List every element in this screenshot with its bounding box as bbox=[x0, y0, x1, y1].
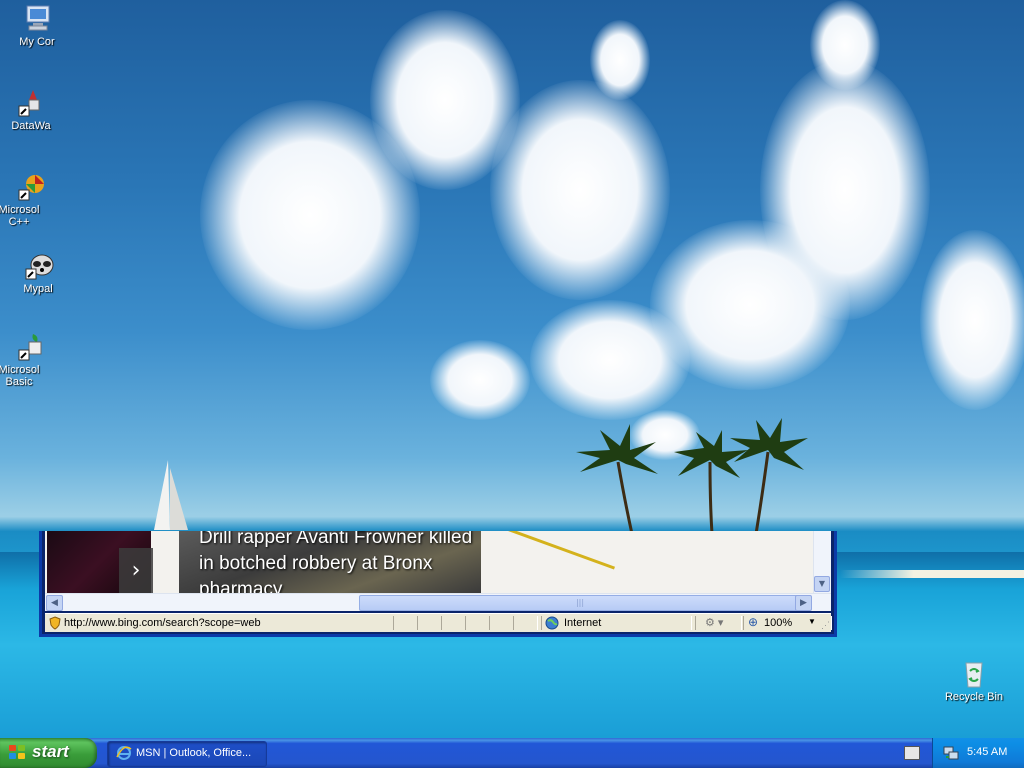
zoom-dropdown-icon[interactable]: ▼ bbox=[808, 617, 816, 626]
browser-content: › Drill rapper Avanti Frowner killed in … bbox=[45, 531, 831, 593]
start-label: start bbox=[32, 742, 69, 761]
shortcut-icon bbox=[15, 86, 47, 118]
vertical-scrollbar[interactable]: ▼ bbox=[813, 531, 831, 593]
cloud bbox=[810, 0, 880, 90]
cloud bbox=[920, 230, 1024, 410]
recycle-bin-icon bbox=[958, 657, 990, 689]
sandbar bbox=[840, 570, 1024, 578]
road-line bbox=[473, 531, 615, 570]
internet-explorer-icon bbox=[116, 745, 132, 764]
news-headline[interactable]: Drill rapper Avanti Frowner killed in bo… bbox=[199, 531, 479, 593]
desktop-icon-visual-basic[interactable]: Microsol Basic bbox=[0, 330, 66, 388]
desktop-icon-mypal[interactable]: Mypal bbox=[3, 249, 73, 295]
protected-mode-icon[interactable]: ⚙ ▾ bbox=[705, 616, 723, 629]
desktop-icon-visual-cpp[interactable]: Microsol C++ bbox=[0, 170, 66, 228]
desktop-icon-recycle-bin[interactable]: Recycle Bin bbox=[939, 657, 1009, 703]
desktop-icon-datawa[interactable]: DataWa bbox=[0, 86, 66, 132]
globe-icon bbox=[545, 616, 559, 633]
status-divider bbox=[417, 616, 442, 630]
desktop-icon-label: Microsol Basic bbox=[0, 364, 40, 388]
scroll-down-button[interactable]: ▼ bbox=[814, 576, 830, 592]
status-bar: http://www.bing.com/search?scope=web Int… bbox=[45, 613, 831, 632]
security-zone-label: Internet bbox=[564, 617, 602, 629]
status-divider bbox=[513, 616, 538, 630]
browser-window: › Drill rapper Avanti Frowner killed in … bbox=[39, 531, 837, 637]
cloud bbox=[760, 60, 930, 320]
resize-grip-icon[interactable]: ⋰ bbox=[821, 620, 830, 631]
system-tray: 5:45 AM bbox=[932, 738, 1024, 768]
desktop-icon-label: DataWa bbox=[11, 120, 51, 132]
desktop-icon-my-computer[interactable]: My Cor bbox=[2, 2, 72, 48]
desktop-icon-label: Recycle Bin bbox=[944, 691, 1004, 703]
windows-logo-icon bbox=[9, 745, 27, 761]
desktop-icon-label: Mypal bbox=[23, 283, 53, 295]
status-divider bbox=[393, 616, 418, 630]
scroll-left-button[interactable]: ◀ bbox=[46, 595, 63, 611]
status-divider bbox=[465, 616, 490, 630]
visual-studio-icon bbox=[15, 170, 47, 202]
network-icon[interactable] bbox=[943, 745, 959, 764]
zoom-level[interactable]: 100% bbox=[764, 616, 792, 630]
palm-trees bbox=[576, 418, 808, 535]
taskbar-item-ie[interactable]: MSN | Outlook, Office... bbox=[107, 741, 267, 767]
news-thumbnail[interactable]: › bbox=[47, 531, 153, 593]
scrollbar-thumb[interactable]: ||| bbox=[359, 595, 801, 611]
taskbar-item-label: MSN | Outlook, Office... bbox=[136, 747, 252, 759]
visual-basic-icon bbox=[15, 330, 47, 362]
clock[interactable]: 5:45 AM bbox=[967, 746, 1007, 758]
horizontal-scrollbar[interactable]: ◀ ||| ▶ bbox=[45, 593, 831, 611]
scroll-right-button[interactable]: ▶ bbox=[795, 595, 812, 611]
mypal-raccoon-icon bbox=[22, 249, 54, 281]
status-url: http://www.bing.com/search?scope=web bbox=[64, 617, 261, 629]
security-shield-icon bbox=[49, 616, 61, 630]
desktop-icon-label: My Cor bbox=[19, 36, 55, 48]
computer-icon bbox=[21, 2, 53, 34]
status-divider bbox=[441, 616, 466, 630]
news-card[interactable]: Drill rapper Avanti Frowner killed in bo… bbox=[179, 531, 615, 593]
carousel-next-button[interactable]: › bbox=[119, 548, 153, 593]
taskbar: start MSN | Outlook, Office... 5:45 AM bbox=[0, 738, 1024, 768]
cloud bbox=[430, 340, 530, 420]
status-divider bbox=[489, 616, 514, 630]
desktop-icon-label: Microsol C++ bbox=[0, 204, 40, 228]
chevron-right-icon: › bbox=[131, 558, 141, 583]
start-button[interactable]: start bbox=[0, 738, 97, 768]
sailboat bbox=[154, 460, 188, 530]
keyboard-icon[interactable] bbox=[904, 746, 920, 760]
zoom-icon[interactable]: ⊕ bbox=[748, 615, 758, 629]
cloud bbox=[490, 80, 670, 300]
cloud bbox=[590, 20, 650, 100]
